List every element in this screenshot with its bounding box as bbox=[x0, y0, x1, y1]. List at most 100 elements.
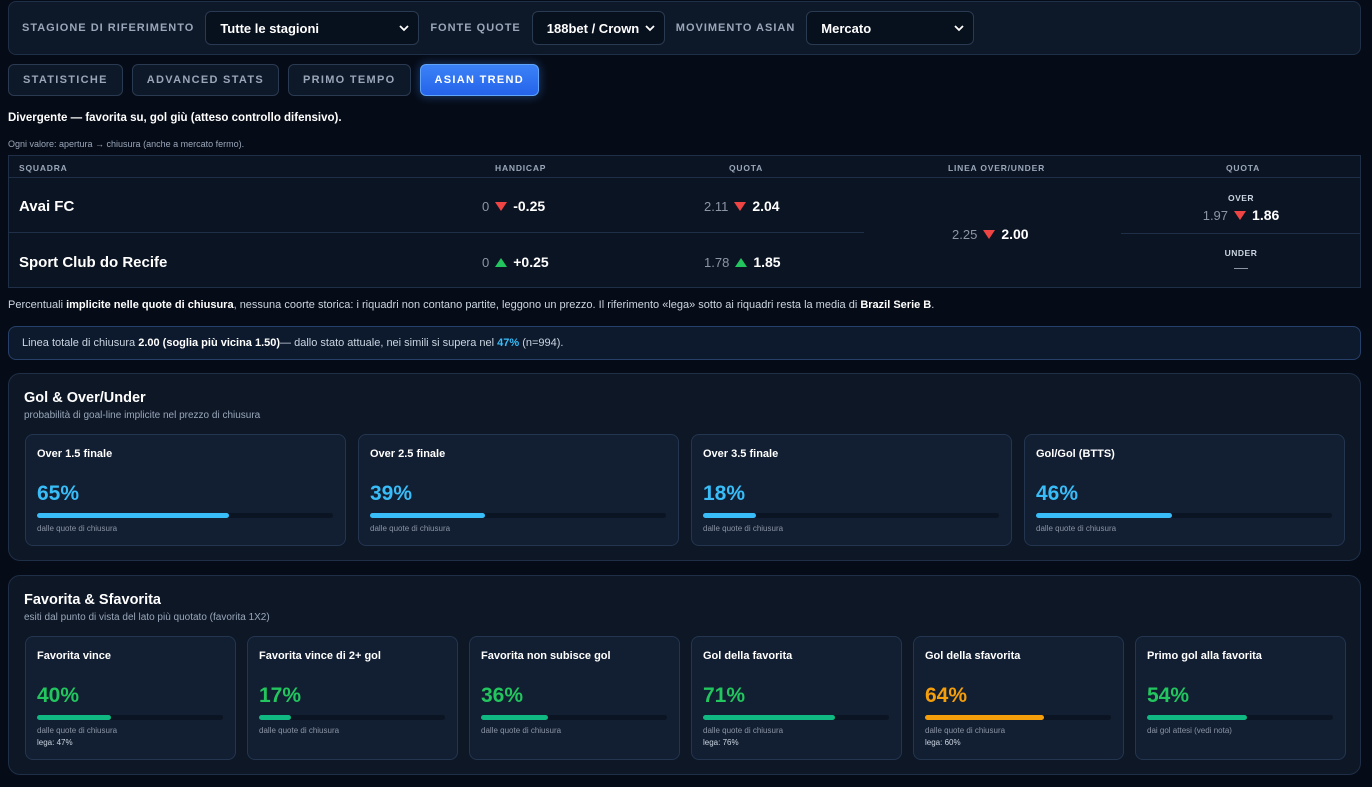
stat-card: Favorita non subisce gol 36% dalle quote d… bbox=[469, 636, 680, 760]
odds-table: SQUADRA HANDICAP QUOTA LINEA OVER/UNDER … bbox=[8, 155, 1361, 288]
league-name: Brazil Serie B bbox=[860, 299, 932, 311]
favorite-section: Favorita & Sfavorita esiti dal punto di … bbox=[8, 575, 1361, 775]
league-reference: lega: 76% bbox=[703, 738, 739, 747]
arrow-down-icon bbox=[734, 201, 747, 211]
card-source: dalle quote di chiusura bbox=[925, 726, 1006, 735]
progress-bar bbox=[370, 513, 666, 518]
card-value: 71% bbox=[703, 684, 746, 707]
table-row: Sport Club do Recife 0 +0.25 1.78 1.85 bbox=[9, 234, 864, 289]
card-title: Over 1.5 finale bbox=[37, 448, 113, 460]
tab-primo-tempo[interactable]: PRIMO TEMPO bbox=[287, 64, 411, 96]
line-percent: 47% bbox=[497, 337, 520, 349]
movement-select[interactable]: Mercato bbox=[806, 11, 975, 45]
header-team: SQUADRA bbox=[19, 163, 68, 173]
progress-bar bbox=[925, 715, 1111, 720]
progress-fill bbox=[925, 715, 1045, 720]
chevron-down-icon bbox=[645, 25, 655, 32]
card-source: dalle quote di chiusura bbox=[703, 524, 784, 533]
tab-asian-trend[interactable]: ASIAN TREND bbox=[419, 64, 539, 96]
stat-card: Gol della favorita 71% dalle quote di chiu… bbox=[691, 636, 902, 760]
arrow-up-icon bbox=[735, 257, 748, 267]
progress-fill bbox=[1147, 715, 1248, 720]
header-handicap: HANDICAP bbox=[495, 163, 547, 173]
card-value: 18% bbox=[703, 482, 746, 505]
over-close: 1.86 bbox=[1252, 207, 1280, 223]
card-title: Over 2.5 finale bbox=[370, 448, 446, 460]
table-row: Avai FC 0 -0.25 2.11 2.04 bbox=[9, 178, 864, 233]
arrow-up-icon bbox=[495, 257, 508, 267]
progress-fill bbox=[259, 715, 291, 720]
handicap-cell: 0 -0.25 bbox=[482, 198, 545, 214]
progress-fill bbox=[703, 513, 757, 518]
tab-statistiche[interactable]: STATISTICHE bbox=[8, 64, 123, 96]
handicap-close: -0.25 bbox=[513, 198, 546, 214]
card-value: 65% bbox=[37, 482, 80, 505]
header-ou-line: LINEA OVER/UNDER bbox=[948, 163, 1046, 173]
season-value: Tutte le stagioni bbox=[220, 20, 320, 36]
source-select[interactable]: 188bet / Crown bbox=[531, 11, 665, 45]
team-name: Avai FC bbox=[19, 198, 75, 215]
progress-bar bbox=[259, 715, 445, 720]
ou-line-close: 2.00 bbox=[1001, 226, 1029, 242]
tab-bar: STATISTICHE ADVANCED STATS PRIMO TEMPO A… bbox=[8, 64, 539, 96]
explain-part: , nessuna coorte storica: i riquadri non… bbox=[233, 299, 861, 311]
under-cell: UNDER bbox=[1121, 248, 1361, 269]
stat-card: Over 1.5 finale 65% dalle quote di chiusur… bbox=[25, 434, 346, 546]
stat-card: Gol della sfavorita 64% dalle quote di chi… bbox=[913, 636, 1124, 760]
stat-card: Favorita vince di 2+ gol 17% dalle quote d… bbox=[247, 636, 458, 760]
section-subtitle: esiti dal punto di vista del lato più qu… bbox=[24, 612, 270, 623]
quota-cell: 1.78 1.85 bbox=[704, 254, 781, 270]
ou-line-cell: 2.25 2.00 bbox=[952, 226, 1029, 242]
quota-cell: 2.11 2.04 bbox=[704, 198, 780, 214]
card-title: Over 3.5 finale bbox=[703, 448, 779, 460]
card-value: 40% bbox=[37, 684, 80, 707]
line-value: 2.00 (soglia più vicina 1.50) bbox=[138, 337, 281, 349]
progress-fill bbox=[37, 715, 112, 720]
header-ou-quota: QUOTA bbox=[1226, 163, 1261, 173]
stat-card: Primo gol alla favorita 54% dai gol attesi… bbox=[1135, 636, 1346, 760]
ou-line-open: 2.25 bbox=[952, 226, 978, 242]
line-part: Linea totale di chiusura bbox=[22, 337, 136, 349]
section-title: Gol & Over/Under bbox=[24, 390, 146, 406]
card-title: Gol della favorita bbox=[703, 650, 793, 662]
card-source: dalle quote di chiusura bbox=[370, 524, 451, 533]
progress-fill bbox=[370, 513, 486, 518]
card-source: dalle quote di chiusura bbox=[1036, 524, 1117, 533]
season-label: STAGIONE DI RIFERIMENTO bbox=[22, 22, 195, 34]
progress-bar bbox=[703, 513, 999, 518]
card-source: dalle quote di chiusura bbox=[703, 726, 784, 735]
goals-section: Gol & Over/Under probabilità di goal-lin… bbox=[8, 373, 1361, 561]
progress-bar bbox=[481, 715, 667, 720]
card-source: dai gol attesi (vedi nota) bbox=[1147, 726, 1232, 735]
card-source: dalle quote di chiusura bbox=[481, 726, 562, 735]
league-reference: lega: 60% bbox=[925, 738, 961, 747]
card-value: 46% bbox=[1036, 482, 1079, 505]
stat-card: Favorita vince 40% dalle quote di chiusura… bbox=[25, 636, 236, 760]
filter-bar: STAGIONE DI RIFERIMENTO Tutte le stagion… bbox=[8, 1, 1361, 55]
card-source: dalle quote di chiusura bbox=[37, 524, 118, 533]
section-title: Favorita & Sfavorita bbox=[24, 592, 161, 608]
progress-fill bbox=[481, 715, 548, 720]
table-header: SQUADRA HANDICAP QUOTA LINEA OVER/UNDER … bbox=[9, 156, 1360, 178]
card-title: Favorita vince bbox=[37, 650, 111, 662]
over-open: 1.97 bbox=[1202, 207, 1229, 223]
card-value: 54% bbox=[1147, 684, 1190, 707]
empty-dash bbox=[1234, 268, 1248, 269]
explain-part: . bbox=[931, 299, 935, 311]
arrow-down-icon bbox=[1234, 210, 1247, 220]
season-select[interactable]: Tutte le stagioni bbox=[205, 11, 420, 45]
card-title: Favorita vince di 2+ gol bbox=[259, 650, 381, 662]
progress-bar bbox=[1147, 715, 1333, 720]
progress-fill bbox=[703, 715, 836, 720]
handicap-open: 0 bbox=[482, 198, 490, 214]
card-source: dalle quote di chiusura bbox=[37, 726, 118, 735]
value-note: Ogni valore: apertura → chiusura (anche … bbox=[8, 139, 245, 149]
progress-bar bbox=[37, 513, 333, 518]
progress-fill bbox=[1036, 513, 1173, 518]
tab-advanced-stats[interactable]: ADVANCED STATS bbox=[131, 64, 279, 96]
quota-close: 1.85 bbox=[753, 254, 781, 270]
card-value: 36% bbox=[481, 684, 524, 707]
explain-part: Percentuali bbox=[8, 299, 67, 311]
line-part: (n=994). bbox=[522, 337, 564, 349]
card-title: Primo gol alla favorita bbox=[1147, 650, 1262, 662]
